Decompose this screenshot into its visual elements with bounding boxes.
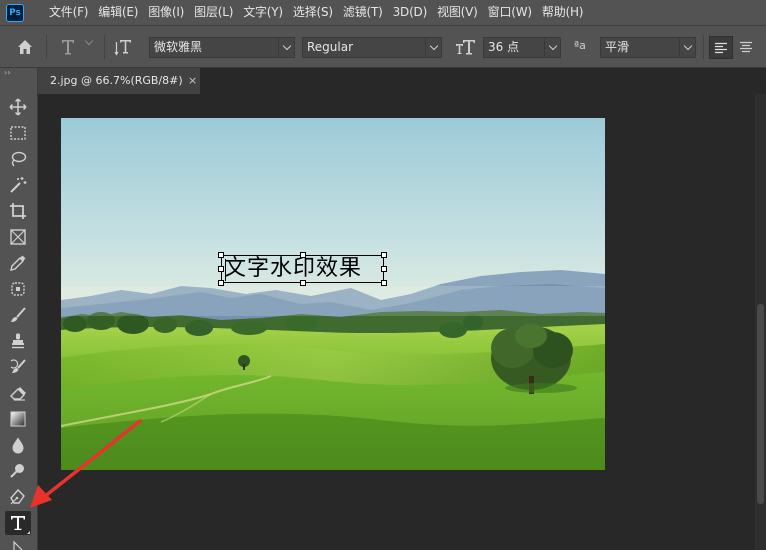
anti-alias-icon: ªa — [574, 39, 586, 52]
transform-handle-middle-left[interactable] — [218, 266, 224, 272]
text-layer-content[interactable]: 文字水印效果 — [224, 256, 362, 282]
font-family-select[interactable]: 微软雅黑 — [149, 37, 295, 58]
transform-handle-bottom-center[interactable] — [300, 280, 306, 286]
menu-layer[interactable]: 图层(L) — [189, 0, 238, 25]
landscape-photo — [61, 118, 605, 470]
chevron-down-icon — [425, 38, 441, 57]
document-tabs: 2.jpg @ 66.7%(RGB/8#) × — [38, 68, 766, 94]
menu-edit[interactable]: 编辑(E) — [93, 0, 143, 25]
chevron-down-icon — [278, 38, 294, 57]
brush-tool-icon[interactable] — [5, 303, 31, 327]
menu-window[interactable]: 窗口(W) — [483, 0, 537, 25]
menu-image[interactable]: 图像(I) — [143, 0, 189, 25]
transform-handle-bottom-right[interactable] — [381, 280, 387, 286]
eraser-tool-icon[interactable] — [5, 381, 31, 405]
tool-preset-chevron-icon[interactable] — [84, 36, 94, 46]
dodge-tool-icon[interactable] — [5, 459, 31, 483]
align-left-icon[interactable] — [709, 36, 733, 59]
transform-handle-top-left[interactable] — [218, 252, 224, 258]
menu-type[interactable]: 文字(Y) — [238, 0, 288, 25]
history-brush-tool-icon[interactable] — [5, 355, 31, 379]
chevron-down-icon — [679, 38, 695, 57]
panel-collapse-icon[interactable]: ›› — [0, 68, 38, 80]
chevron-down-icon — [544, 38, 560, 57]
transform-handle-top-right[interactable] — [381, 252, 387, 258]
options-bar: 微软雅黑 Regular 36 点 ªa 平滑 — [0, 25, 766, 68]
frame-tool-icon[interactable] — [5, 225, 31, 249]
document-tab[interactable]: 2.jpg @ 66.7%(RGB/8#) — [38, 68, 200, 94]
lasso-tool-icon[interactable] — [5, 147, 31, 171]
magic-wand-tool-icon[interactable] — [5, 173, 31, 197]
menu-bar: Ps 文件(F) 编辑(E) 图像(I) 图层(L) 文字(Y) 选择(S) 滤… — [0, 0, 766, 25]
menu-file[interactable]: 文件(F) — [44, 0, 93, 25]
menu-help[interactable]: 帮助(H) — [537, 0, 588, 25]
rectangular-marquee-tool-icon[interactable] — [5, 121, 31, 145]
blur-tool-icon[interactable] — [5, 433, 31, 457]
menu-filter[interactable]: 滤镜(T) — [338, 0, 388, 25]
align-center-icon[interactable] — [739, 41, 753, 56]
path-selection-tool-icon[interactable] — [5, 537, 31, 550]
font-family-value: 微软雅黑 — [154, 40, 203, 54]
home-icon[interactable] — [16, 38, 34, 59]
menu-select[interactable]: 选择(S) — [288, 0, 338, 25]
crop-tool-icon[interactable] — [5, 199, 31, 223]
tool-preset-type-icon[interactable] — [60, 37, 78, 60]
move-tool-icon[interactable] — [5, 95, 31, 119]
clone-stamp-tool-icon[interactable] — [5, 329, 31, 353]
font-size-icon — [455, 37, 477, 60]
eyedropper-tool-icon[interactable] — [5, 251, 31, 275]
font-size-select[interactable]: 36 点 — [483, 37, 561, 58]
transform-handle-top-center[interactable] — [300, 252, 306, 258]
gradient-tool-icon[interactable] — [5, 407, 31, 431]
font-style-select[interactable]: Regular — [302, 37, 442, 58]
document-tab-title: 2.jpg @ 66.7%(RGB/8#) — [50, 74, 183, 87]
type-tool-icon[interactable] — [5, 511, 31, 535]
menu-view[interactable]: 视图(V) — [432, 0, 483, 25]
anti-alias-value: 平滑 — [605, 40, 630, 54]
transform-handle-bottom-left[interactable] — [218, 280, 224, 286]
anti-alias-select[interactable]: 平滑 — [600, 37, 696, 58]
transform-handle-middle-right[interactable] — [381, 266, 387, 272]
vertical-scrollbar[interactable] — [755, 94, 766, 550]
text-layer-bounding-box[interactable]: 文字水印效果 — [218, 252, 387, 286]
pen-tool-icon[interactable] — [5, 485, 31, 509]
close-tab-icon[interactable]: × — [188, 68, 197, 94]
spot-healing-brush-tool-icon[interactable] — [5, 277, 31, 301]
canvas-image[interactable] — [61, 118, 605, 470]
font-size-value: 36 点 — [488, 40, 520, 54]
menu-items: 文件(F) 编辑(E) 图像(I) 图层(L) 文字(Y) 选择(S) 滤镜(T… — [44, 0, 588, 25]
font-style-value: Regular — [307, 40, 354, 54]
tools-panel: ›› — [0, 68, 38, 550]
photoshop-logo-icon: Ps — [6, 3, 24, 22]
menu-3d[interactable]: 3D(D) — [388, 0, 432, 25]
toggle-text-orientation-icon[interactable] — [114, 37, 134, 60]
scrollbar-thumb[interactable] — [757, 304, 764, 504]
